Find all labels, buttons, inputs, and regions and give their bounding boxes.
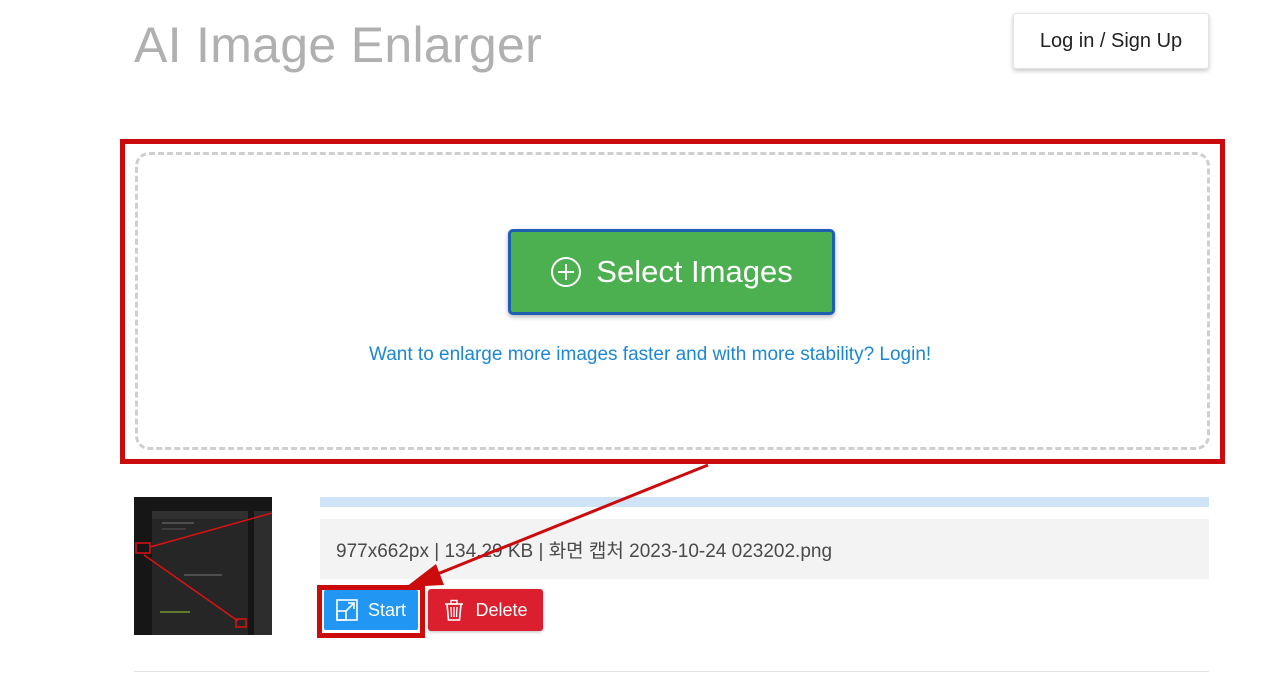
login-signup-button[interactable]: Log in / Sign Up [1013, 13, 1209, 69]
start-button[interactable]: Start [324, 590, 418, 630]
image-thumbnail [134, 497, 272, 635]
trash-icon [445, 599, 464, 621]
select-images-label: Select Images [596, 254, 793, 289]
divider [134, 671, 1209, 672]
delete-label: Delete [475, 599, 528, 620]
enlarge-icon [336, 599, 358, 621]
start-label: Start [367, 599, 406, 620]
file-info: 977x662px | 134.29 KB | 화면 캡처 2023-10-24… [320, 519, 1209, 579]
plus-circle-icon [551, 257, 582, 287]
upload-progress-bar [320, 497, 1209, 507]
page-title: AI Image Enlarger [134, 17, 543, 73]
delete-button[interactable]: Delete [428, 589, 543, 631]
select-images-button[interactable]: Select Images [508, 229, 835, 315]
login-prompt-link[interactable]: Want to enlarge more images faster and w… [369, 344, 931, 366]
